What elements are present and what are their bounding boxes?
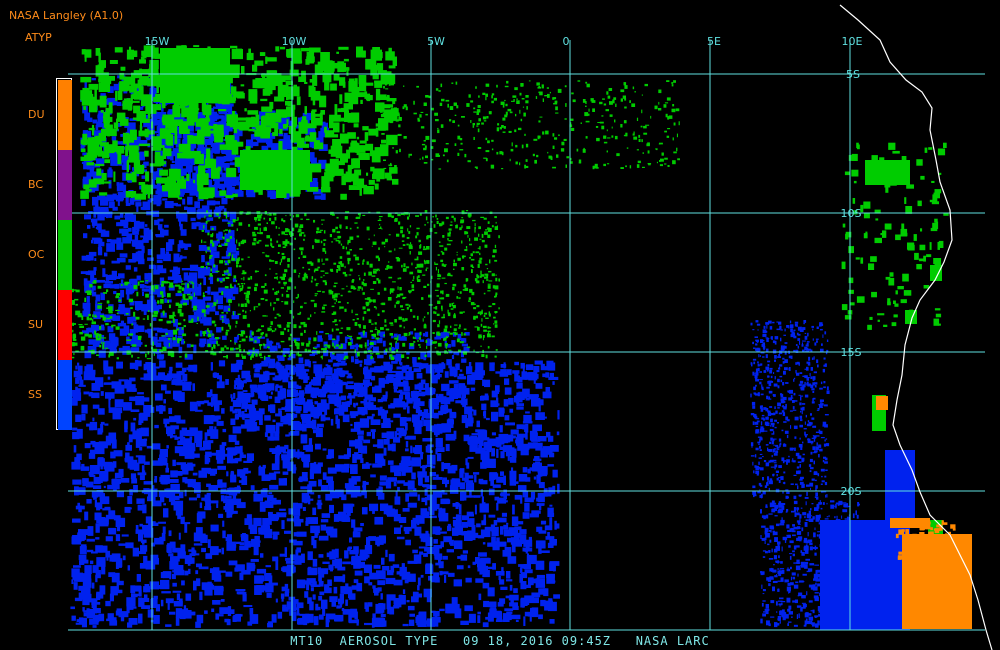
product-code: ATYP (25, 31, 52, 44)
legend-swatch-oc (58, 220, 72, 290)
longitude-labels: 15W 10W 5W 0 5E 10E (145, 35, 863, 48)
lon-label: 5E (707, 35, 721, 48)
legend-label-ss: SS (28, 388, 42, 401)
legend-label-su: SU (28, 318, 44, 331)
aerosol-pixel-layer (70, 45, 972, 630)
aerosol-type-map: 15W 10W 5W 0 5E 10E 5S 10S 15S 20S (68, 4, 993, 650)
lon-label: 10E (842, 35, 863, 48)
legend-label-oc: OC (28, 248, 45, 261)
legend-swatch-du (58, 80, 72, 150)
legend-label-du: DU (28, 108, 45, 121)
lat-label: 5S (846, 68, 860, 81)
lat-label: 15S (841, 346, 862, 359)
lat-label: 10S (841, 207, 862, 220)
legend-swatch-bc (58, 150, 72, 220)
lon-label: 0 (563, 35, 570, 48)
lon-label: 15W (145, 35, 170, 48)
legend-swatch-su (58, 290, 72, 360)
legend-label-bc: BC (28, 178, 44, 191)
legend-swatch-ss (58, 360, 72, 430)
footer-caption: MT10 AEROSOL TYPE 09 18, 2016 09:45Z NAS… (290, 634, 710, 648)
lat-label: 20S (841, 485, 862, 498)
lon-label: 10W (282, 35, 307, 48)
header-title: NASA Langley (A1.0) (9, 9, 124, 22)
lon-label: 5W (427, 35, 445, 48)
